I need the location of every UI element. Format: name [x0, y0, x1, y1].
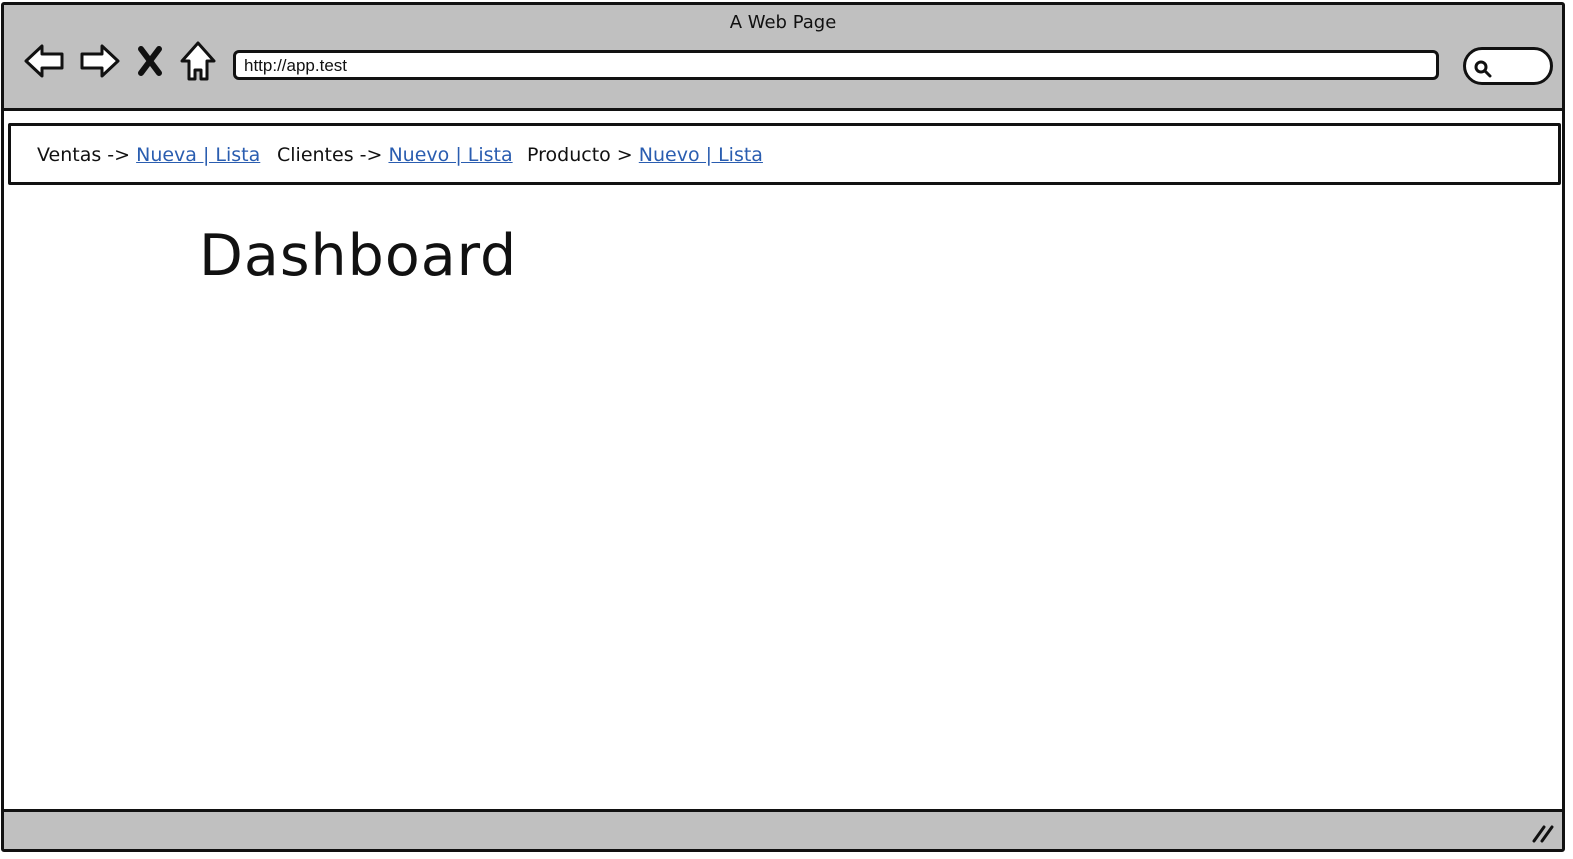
- menu-label-clientes: Clientes ->: [277, 144, 383, 166]
- menu-link-producto[interactable]: Nuevo | Lista: [639, 144, 763, 166]
- menu-label-producto: Producto >: [527, 144, 633, 166]
- stop-button[interactable]: [130, 39, 170, 83]
- nav-menu: Ventas -> Nueva | Lista Clientes -> Nuev…: [8, 123, 1561, 185]
- search-button[interactable]: [1463, 47, 1553, 85]
- status-bar: [4, 809, 1562, 849]
- browser-window: A Web Page http://app.test Ventas -> Nue…: [1, 2, 1565, 852]
- close-x-icon: [138, 46, 162, 76]
- back-arrow-icon: [24, 44, 64, 78]
- menu-group-producto: Producto > Nuevo | Lista: [527, 144, 763, 166]
- menu-group-ventas: Ventas -> Nueva | Lista: [37, 144, 260, 166]
- menu-link-clientes[interactable]: Nuevo | Lista: [388, 144, 512, 166]
- window-title: A Web Page: [729, 12, 837, 33]
- browser-toolbar: A Web Page: [4, 5, 1562, 111]
- home-button[interactable]: [176, 39, 220, 83]
- menu-group-clientes: Clientes -> Nuevo | Lista: [277, 144, 513, 166]
- address-bar[interactable]: [233, 50, 1439, 80]
- menu-link-ventas[interactable]: Nueva | Lista: [136, 144, 260, 166]
- menu-label-ventas: Ventas ->: [37, 144, 131, 166]
- forward-button[interactable]: [78, 39, 122, 83]
- forward-arrow-icon: [80, 44, 120, 78]
- back-button[interactable]: [22, 39, 66, 83]
- resize-grip-icon[interactable]: [1530, 821, 1556, 845]
- search-icon: [1474, 60, 1492, 78]
- page-title: Dashboard: [199, 223, 518, 289]
- home-icon: [180, 41, 216, 81]
